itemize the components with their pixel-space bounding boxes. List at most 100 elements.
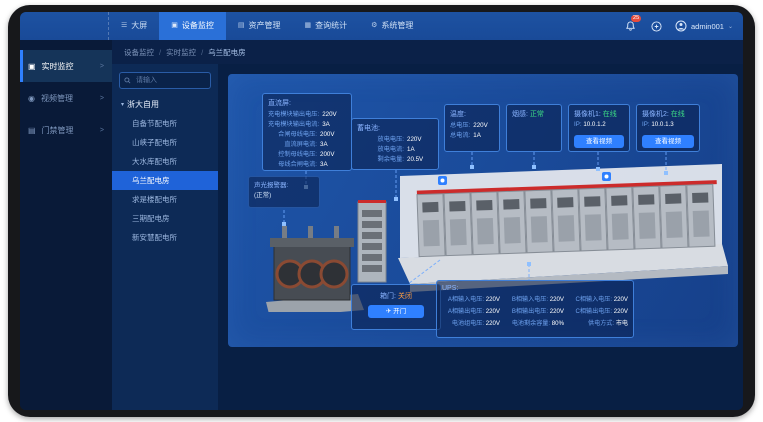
equipment-pin[interactable] bbox=[438, 176, 447, 185]
breadcrumb-item[interactable]: 设备监控 bbox=[124, 47, 154, 58]
metric-value: 220V bbox=[473, 121, 494, 131]
ups-panel: UPS: A相输入电压: 220V B相输入电压: 220V C相输入电压: 2… bbox=[436, 280, 634, 338]
metric-value: 200V bbox=[320, 150, 346, 160]
ups-metric: A相输入电压: 220V bbox=[442, 294, 500, 303]
breadcrumb-separator: / bbox=[201, 48, 203, 57]
sidebar-item-label: 视频管理 bbox=[41, 93, 73, 104]
open-door-button[interactable]: ✈ 开门 bbox=[368, 305, 424, 318]
switchgear-row bbox=[417, 180, 719, 256]
sidebar-item-label: 实时监控 bbox=[42, 61, 74, 72]
camera2-status: 在线 bbox=[671, 111, 685, 118]
battery-cabinet bbox=[358, 200, 386, 282]
alarm-label: 声光报警器: bbox=[254, 181, 314, 191]
tab-query-statistics[interactable]: ▦ 查询统计 bbox=[293, 12, 360, 40]
open-door-icon: ✈ bbox=[386, 308, 391, 315]
view-video-button[interactable]: 查看视频 bbox=[642, 135, 694, 148]
search-input[interactable] bbox=[134, 76, 206, 85]
username: admin001 bbox=[691, 22, 724, 31]
user-menu[interactable]: admin001 ⌄ bbox=[675, 20, 733, 32]
sidebar-item-video-management[interactable]: ◉ 视频管理 > bbox=[20, 82, 112, 114]
nav-tabs: ☰ 大屏 ▣ 设备监控 ▤ 资产管理 ▦ 查询统计 ⚙ 系统管理 bbox=[109, 12, 425, 40]
tree-item[interactable]: 山峡子配电所 bbox=[112, 133, 218, 152]
video-camera-icon: ◉ bbox=[28, 94, 35, 103]
tree-item[interactable]: 求是楼配电所 bbox=[112, 190, 218, 209]
sidebar-item-realtime-monitoring[interactable]: ▣ 实时监控 > bbox=[20, 50, 112, 82]
metric-label: 控制母线电压: bbox=[268, 150, 317, 160]
smoke-panel-title: 烟感: 正常 bbox=[512, 109, 556, 119]
metric-value: 3A bbox=[320, 160, 346, 170]
sound-light-alarm-panel: 声光报警器: (正常) bbox=[248, 176, 320, 208]
metric-label: 总电压: bbox=[450, 121, 470, 131]
tab-asset-management[interactable]: ▤ 资产管理 bbox=[226, 12, 293, 40]
equipment-pin[interactable] bbox=[602, 172, 611, 181]
metric-value: 3A bbox=[320, 140, 346, 150]
tree-root-label: 浙大自用 bbox=[127, 99, 159, 110]
metric-value: 200V bbox=[320, 130, 346, 140]
avatar-icon bbox=[675, 20, 687, 32]
notification-bell-button[interactable]: 25 bbox=[623, 19, 637, 33]
fullscreen-icon bbox=[651, 21, 662, 32]
metric-value: 220V bbox=[322, 110, 346, 120]
door-status: 关闭 bbox=[398, 293, 412, 300]
fullscreen-button[interactable] bbox=[649, 19, 663, 33]
metric-value: 1A bbox=[473, 131, 494, 141]
metric-value: 3A bbox=[322, 120, 346, 130]
ups-panel-title: UPS: bbox=[442, 285, 628, 292]
metric-label: 充电模块输出电流: bbox=[268, 120, 319, 130]
monitor-icon: ▣ bbox=[28, 62, 36, 71]
metric-label: 充电模块输出电压: bbox=[268, 110, 319, 120]
tree-search bbox=[119, 72, 211, 89]
metric-value: 20.5V bbox=[407, 155, 433, 165]
metric-label: 放电电压: bbox=[357, 135, 404, 145]
chevron-right-icon: > bbox=[100, 127, 104, 134]
camera1-panel: 摄像机1: 在线 IP: 10.0.1.2 查看视频 bbox=[568, 104, 630, 152]
sidebar-item-label: 门禁管理 bbox=[42, 125, 74, 136]
sidebar-item-access-control[interactable]: ▤ 门禁管理 > bbox=[20, 114, 112, 146]
ups-metric: B相输出电压: 220V bbox=[506, 306, 564, 315]
ups-metric: 电池组电压: 220V bbox=[442, 318, 500, 327]
temperature-panel: 温度: 总电压:220V 总电流:1A bbox=[444, 104, 500, 152]
view-video-button[interactable]: 查看视频 bbox=[574, 135, 624, 148]
camera1-title: 摄像机1: 在线 bbox=[574, 109, 624, 119]
tab-label: 系统管理 bbox=[381, 12, 413, 40]
asset-icon: ▤ bbox=[238, 12, 245, 40]
dashboard-icon: ☰ bbox=[121, 12, 127, 40]
metric-label: 放电电流: bbox=[357, 145, 404, 155]
tab-device-monitoring[interactable]: ▣ 设备监控 bbox=[159, 12, 226, 40]
breadcrumb-separator: / bbox=[159, 48, 161, 57]
app-logo bbox=[20, 12, 109, 40]
metric-label: 合闸母线电压: bbox=[268, 130, 317, 140]
tab-label: 设备监控 bbox=[182, 12, 214, 40]
chevron-right-icon: > bbox=[100, 63, 104, 70]
ups-metric: 电池剩余容量: 80% bbox=[506, 318, 564, 327]
tree-root-node[interactable]: ▾ 浙大自用 bbox=[112, 95, 218, 114]
door-icon: ▤ bbox=[28, 126, 36, 135]
smoke-sensor-panel: 烟感: 正常 bbox=[506, 104, 562, 152]
tab-system-management[interactable]: ⚙ 系统管理 bbox=[359, 12, 425, 40]
tree-item-selected[interactable]: 乌兰配电房 bbox=[112, 171, 218, 190]
ups-metric: B相输入电压: 220V bbox=[506, 294, 564, 303]
tree-collapse-icon: ▾ bbox=[121, 101, 124, 108]
dc-panel-title: 直流屏: bbox=[268, 98, 346, 108]
camera1-status: 在线 bbox=[603, 111, 617, 118]
dc-panel: 直流屏: 充电模块输出电压:220V 充电模块输出电流:3A 合闸母线电压:20… bbox=[262, 93, 352, 171]
gear-icon: ⚙ bbox=[371, 12, 377, 40]
transformer bbox=[266, 226, 364, 312]
tree-item[interactable]: 大水库配电所 bbox=[112, 152, 218, 171]
breadcrumb-item[interactable]: 实时监控 bbox=[166, 47, 196, 58]
tab-dashboard[interactable]: ☰ 大屏 bbox=[109, 12, 159, 40]
metric-label: 总电流: bbox=[450, 131, 470, 141]
app-window: ☰ 大屏 ▣ 设备监控 ▤ 资产管理 ▦ 查询统计 ⚙ 系统管理 bbox=[20, 12, 743, 410]
tree-item[interactable]: 自备节配电所 bbox=[112, 114, 218, 133]
top-nav-bar: ☰ 大屏 ▣ 设备监控 ▤ 资产管理 ▦ 查询统计 ⚙ 系统管理 bbox=[20, 12, 743, 40]
metric-label: 剩余电量: bbox=[357, 155, 404, 165]
breadcrumb: 设备监控 / 实时监控 / 乌兰配电房 bbox=[112, 40, 743, 64]
sidebar: ▣ 实时监控 > ◉ 视频管理 > ▤ 门禁管理 > bbox=[20, 40, 112, 410]
tree-item[interactable]: 三期配电房 bbox=[112, 209, 218, 228]
search-icon bbox=[124, 77, 131, 84]
battery-panel: 蓄电池: 放电电压:220V 放电电流:1A 剩余电量:20.5V bbox=[351, 118, 439, 170]
chevron-down-icon: ⌄ bbox=[728, 23, 733, 30]
chevron-right-icon: > bbox=[100, 95, 104, 102]
ups-metric: C相输入电压: 220V bbox=[570, 294, 628, 303]
tree-item[interactable]: 新安慧配电所 bbox=[112, 228, 218, 247]
